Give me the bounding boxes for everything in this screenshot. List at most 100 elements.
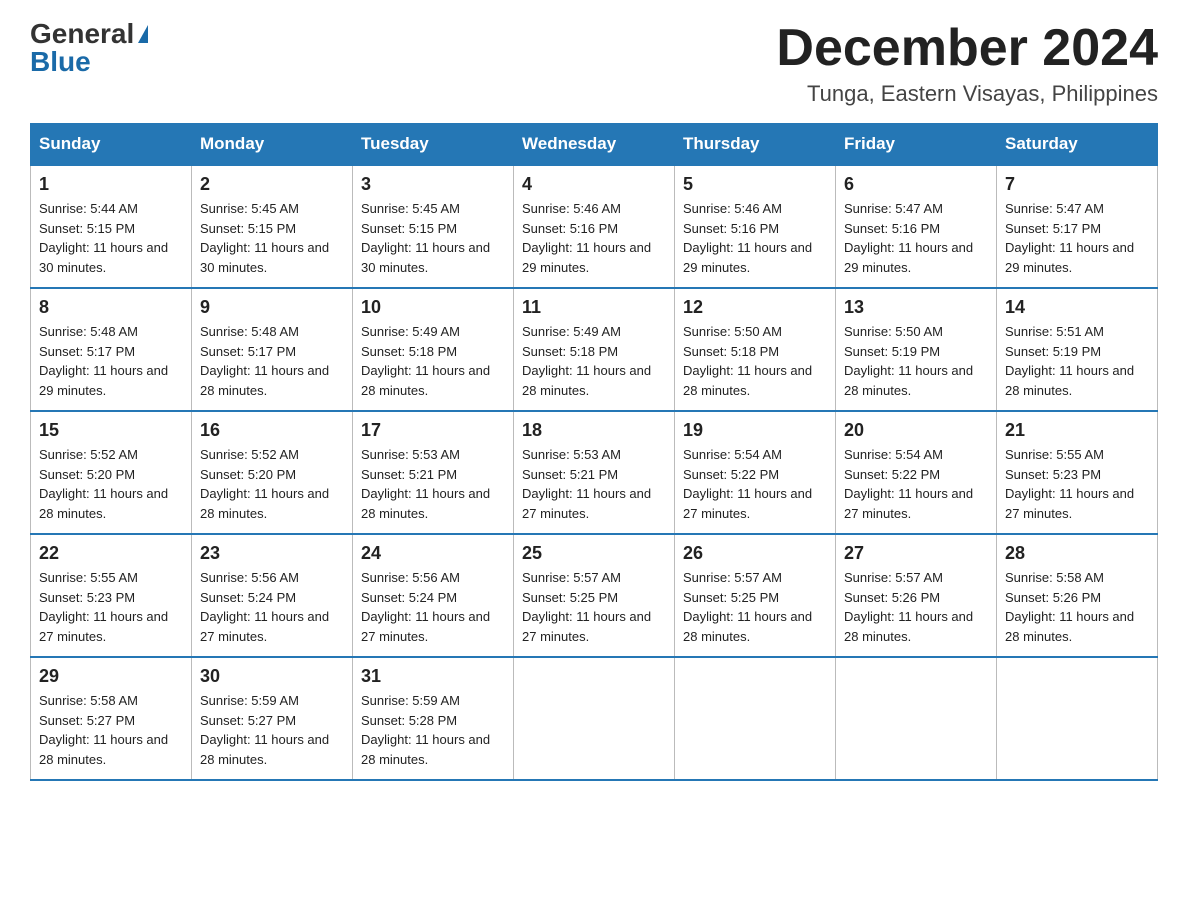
day-info: Sunrise: 5:45 AMSunset: 5:15 PMDaylight:…: [200, 201, 329, 275]
day-number: 22: [39, 543, 183, 564]
day-number: 18: [522, 420, 666, 441]
calendar-cell: [675, 657, 836, 780]
day-number: 21: [1005, 420, 1149, 441]
day-number: 9: [200, 297, 344, 318]
calendar-cell: 12 Sunrise: 5:50 AMSunset: 5:18 PMDayligh…: [675, 288, 836, 411]
day-info: Sunrise: 5:55 AMSunset: 5:23 PMDaylight:…: [39, 570, 168, 644]
day-info: Sunrise: 5:46 AMSunset: 5:16 PMDaylight:…: [683, 201, 812, 275]
day-number: 1: [39, 174, 183, 195]
calendar-cell: 26 Sunrise: 5:57 AMSunset: 5:25 PMDayligh…: [675, 534, 836, 657]
day-number: 29: [39, 666, 183, 687]
calendar-cell: 19Sunrise: 5:54 AMSunset: 5:22 PMDayligh…: [675, 411, 836, 534]
day-number: 15: [39, 420, 183, 441]
header-day-saturday: Saturday: [997, 124, 1158, 166]
header-day-thursday: Thursday: [675, 124, 836, 166]
calendar-cell: 22 Sunrise: 5:55 AMSunset: 5:23 PMDayligh…: [31, 534, 192, 657]
day-info: Sunrise: 5:59 AMSunset: 5:27 PMDaylight:…: [200, 693, 329, 767]
calendar-cell: 15 Sunrise: 5:52 AMSunset: 5:20 PMDayligh…: [31, 411, 192, 534]
day-number: 23: [200, 543, 344, 564]
day-number: 8: [39, 297, 183, 318]
calendar-cell: 31 Sunrise: 5:59 AMSunset: 5:28 PMDayligh…: [353, 657, 514, 780]
day-info: Sunrise: 5:50 AMSunset: 5:18 PMDaylight:…: [683, 324, 812, 398]
day-info: Sunrise: 5:59 AMSunset: 5:28 PMDaylight:…: [361, 693, 490, 767]
calendar-week-row: 22 Sunrise: 5:55 AMSunset: 5:23 PMDayligh…: [31, 534, 1158, 657]
calendar-cell: 20Sunrise: 5:54 AMSunset: 5:22 PMDayligh…: [836, 411, 997, 534]
day-info: Sunrise: 5:45 AMSunset: 5:15 PMDaylight:…: [361, 201, 490, 275]
day-info: Sunrise: 5:47 AMSunset: 5:16 PMDaylight:…: [844, 201, 973, 275]
title-section: December 2024 Tunga, Eastern Visayas, Ph…: [776, 20, 1158, 107]
logo-triangle-icon: [138, 25, 148, 43]
calendar-cell: 25 Sunrise: 5:57 AMSunset: 5:25 PMDayligh…: [514, 534, 675, 657]
day-number: 4: [522, 174, 666, 195]
page-header: General Blue December 2024 Tunga, Easter…: [30, 20, 1158, 107]
day-number: 25: [522, 543, 666, 564]
calendar-cell: 29 Sunrise: 5:58 AMSunset: 5:27 PMDayligh…: [31, 657, 192, 780]
header-day-wednesday: Wednesday: [514, 124, 675, 166]
day-info: Sunrise: 5:51 AMSunset: 5:19 PMDaylight:…: [1005, 324, 1134, 398]
calendar-cell: 18 Sunrise: 5:53 AMSunset: 5:21 PMDayligh…: [514, 411, 675, 534]
calendar-cell: 17Sunrise: 5:53 AMSunset: 5:21 PMDayligh…: [353, 411, 514, 534]
calendar-cell: 9Sunrise: 5:48 AMSunset: 5:17 PMDaylight…: [192, 288, 353, 411]
header-day-tuesday: Tuesday: [353, 124, 514, 166]
calendar-cell: [514, 657, 675, 780]
calendar-cell: 13 Sunrise: 5:50 AMSunset: 5:19 PMDayligh…: [836, 288, 997, 411]
day-number: 28: [1005, 543, 1149, 564]
day-info: Sunrise: 5:50 AMSunset: 5:19 PMDaylight:…: [844, 324, 973, 398]
day-number: 10: [361, 297, 505, 318]
day-number: 30: [200, 666, 344, 687]
header-day-sunday: Sunday: [31, 124, 192, 166]
calendar-cell: 28 Sunrise: 5:58 AMSunset: 5:26 PMDayligh…: [997, 534, 1158, 657]
calendar-cell: 21Sunrise: 5:55 AMSunset: 5:23 PMDayligh…: [997, 411, 1158, 534]
day-info: Sunrise: 5:54 AMSunset: 5:22 PMDaylight:…: [683, 447, 812, 521]
day-number: 26: [683, 543, 827, 564]
calendar-cell: 16 Sunrise: 5:52 AMSunset: 5:20 PMDayligh…: [192, 411, 353, 534]
calendar-cell: 11 Sunrise: 5:49 AMSunset: 5:18 PMDayligh…: [514, 288, 675, 411]
day-number: 20: [844, 420, 988, 441]
calendar-cell: 30 Sunrise: 5:59 AMSunset: 5:27 PMDayligh…: [192, 657, 353, 780]
calendar-cell: 7Sunrise: 5:47 AMSunset: 5:17 PMDaylight…: [997, 165, 1158, 288]
day-number: 27: [844, 543, 988, 564]
day-info: Sunrise: 5:49 AMSunset: 5:18 PMDaylight:…: [361, 324, 490, 398]
calendar-cell: [836, 657, 997, 780]
calendar-cell: 2 Sunrise: 5:45 AMSunset: 5:15 PMDaylight…: [192, 165, 353, 288]
day-info: Sunrise: 5:52 AMSunset: 5:20 PMDaylight:…: [39, 447, 168, 521]
calendar-cell: 14 Sunrise: 5:51 AMSunset: 5:19 PMDayligh…: [997, 288, 1158, 411]
day-number: 7: [1005, 174, 1149, 195]
day-number: 5: [683, 174, 827, 195]
day-number: 16: [200, 420, 344, 441]
day-number: 31: [361, 666, 505, 687]
calendar-header-row: SundayMondayTuesdayWednesdayThursdayFrid…: [31, 124, 1158, 166]
day-info: Sunrise: 5:57 AMSunset: 5:25 PMDaylight:…: [683, 570, 812, 644]
day-number: 12: [683, 297, 827, 318]
day-number: 6: [844, 174, 988, 195]
day-info: Sunrise: 5:46 AMSunset: 5:16 PMDaylight:…: [522, 201, 651, 275]
day-number: 14: [1005, 297, 1149, 318]
logo: General Blue: [30, 20, 148, 76]
day-info: Sunrise: 5:53 AMSunset: 5:21 PMDaylight:…: [361, 447, 490, 521]
day-number: 11: [522, 297, 666, 318]
month-title: December 2024: [776, 20, 1158, 77]
day-info: Sunrise: 5:49 AMSunset: 5:18 PMDaylight:…: [522, 324, 651, 398]
calendar-cell: 4 Sunrise: 5:46 AMSunset: 5:16 PMDaylight…: [514, 165, 675, 288]
calendar-cell: 5 Sunrise: 5:46 AMSunset: 5:16 PMDaylight…: [675, 165, 836, 288]
calendar-table: SundayMondayTuesdayWednesdayThursdayFrid…: [30, 123, 1158, 781]
calendar-cell: 10 Sunrise: 5:49 AMSunset: 5:18 PMDayligh…: [353, 288, 514, 411]
day-info: Sunrise: 5:58 AMSunset: 5:27 PMDaylight:…: [39, 693, 168, 767]
calendar-week-row: 8 Sunrise: 5:48 AMSunset: 5:17 PMDaylight…: [31, 288, 1158, 411]
day-number: 13: [844, 297, 988, 318]
calendar-cell: 24Sunrise: 5:56 AMSunset: 5:24 PMDayligh…: [353, 534, 514, 657]
day-number: 2: [200, 174, 344, 195]
location-title: Tunga, Eastern Visayas, Philippines: [776, 81, 1158, 107]
header-day-friday: Friday: [836, 124, 997, 166]
calendar-week-row: 29 Sunrise: 5:58 AMSunset: 5:27 PMDayligh…: [31, 657, 1158, 780]
calendar-cell: 27 Sunrise: 5:57 AMSunset: 5:26 PMDayligh…: [836, 534, 997, 657]
day-info: Sunrise: 5:58 AMSunset: 5:26 PMDaylight:…: [1005, 570, 1134, 644]
day-info: Sunrise: 5:48 AMSunset: 5:17 PMDaylight:…: [39, 324, 168, 398]
logo-general-text: General: [30, 20, 134, 48]
day-info: Sunrise: 5:57 AMSunset: 5:26 PMDaylight:…: [844, 570, 973, 644]
logo-blue-text: Blue: [30, 48, 91, 76]
day-info: Sunrise: 5:52 AMSunset: 5:20 PMDaylight:…: [200, 447, 329, 521]
day-number: 3: [361, 174, 505, 195]
day-info: Sunrise: 5:57 AMSunset: 5:25 PMDaylight:…: [522, 570, 651, 644]
day-info: Sunrise: 5:53 AMSunset: 5:21 PMDaylight:…: [522, 447, 651, 521]
